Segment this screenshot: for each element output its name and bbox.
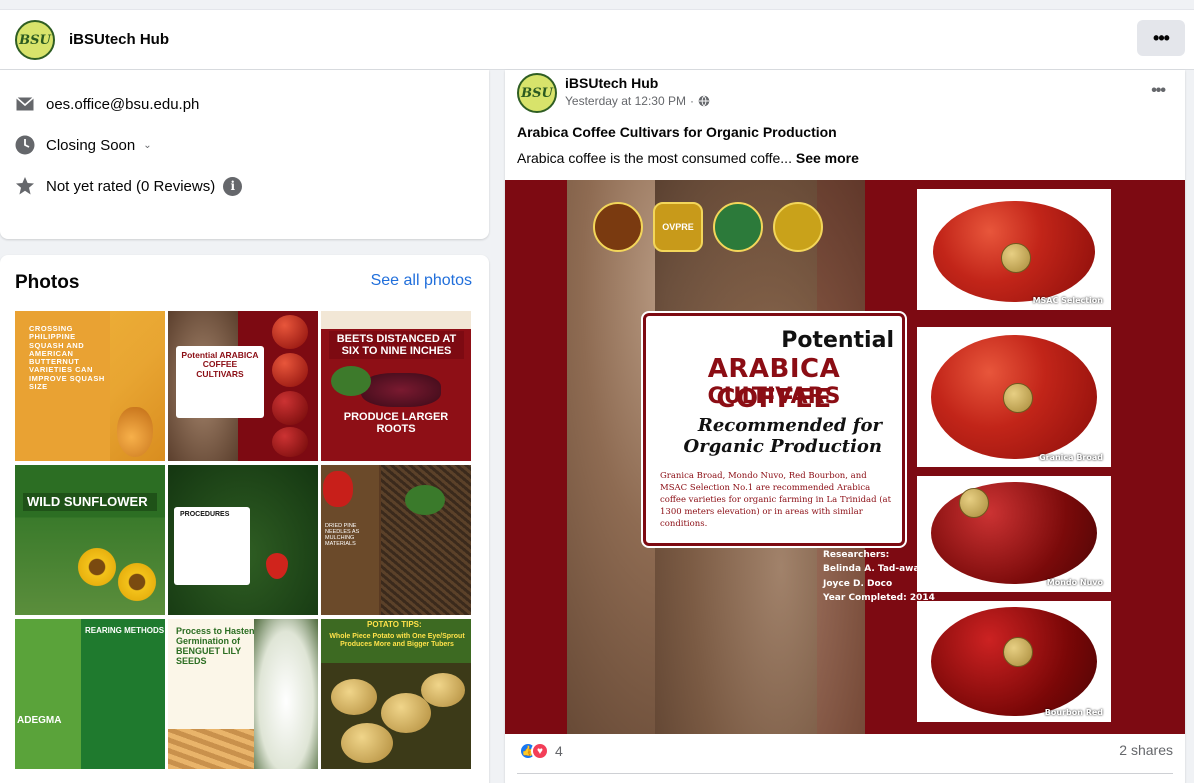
- image-recommended: Recommended for Organic Production: [683, 415, 882, 457]
- post-author[interactable]: iBSUtech Hub: [565, 75, 658, 91]
- rating-row: Not yet rated (0 Reviews) i: [15, 176, 243, 196]
- photo-thumb-pine-mulch[interactable]: DRIED PINE NEEDLES AS MULCHING MATERIALS: [321, 465, 471, 615]
- post-title: Arabica Coffee Cultivars for Organic Pro…: [517, 124, 837, 140]
- photo-thumb-coffee[interactable]: Potential ARABICA COFFEE CULTIVARS: [168, 311, 318, 461]
- post-text-body: Arabica coffee is the most consumed coff…: [517, 150, 792, 166]
- image-description: Granica Broad, Mondo Nuvo, Red Bourbon, …: [660, 471, 892, 529]
- post-time[interactable]: Yesterday at 12:30 PM ·: [565, 94, 710, 108]
- star-icon: [15, 176, 35, 196]
- cultivar-label: Bourbon Red: [1044, 708, 1103, 717]
- see-all-photos-link[interactable]: See all photos: [371, 272, 472, 290]
- email-row[interactable]: oes.office@bsu.edu.ph: [15, 94, 199, 114]
- image-recommended-line2: Organic Production: [683, 435, 882, 457]
- hours-row[interactable]: Closing Soon ⌄: [15, 135, 152, 155]
- cultivar-photo-bourbon: Bourbon Red: [917, 601, 1111, 722]
- image-title-line2: CULTIVARS: [707, 384, 841, 409]
- clock-icon: [15, 135, 35, 155]
- thumb-caption: DRIED PINE NEEDLES AS MULCHING MATERIALS: [325, 523, 360, 548]
- thumb-caption: CROSSING PHILIPPINE SQUASH AND AMERICAN …: [29, 324, 105, 391]
- photo-thumb-rearing-methods[interactable]: REARING METHODS ADEGMA: [15, 619, 165, 769]
- email-text[interactable]: oes.office@bsu.edu.ph: [46, 96, 199, 113]
- page-name[interactable]: iBSUtech Hub: [69, 31, 169, 48]
- photo-thumb-sunflower[interactable]: WILD SUNFLOWER: [15, 465, 165, 615]
- post-timestamp[interactable]: Yesterday at 12:30 PM: [565, 94, 686, 108]
- photos-card: Photos See all photos CROSSING PHILIPPIN…: [0, 255, 489, 783]
- thumb-caption-2: Whole Piece Potato with One Eye/Sprout P…: [329, 633, 465, 648]
- cultivar-photo-msac: MSAC Selection: [917, 189, 1111, 310]
- photo-thumb-lily-seeds[interactable]: Process to Hasten Germination of BENGUET…: [168, 619, 318, 769]
- love-icon: ♥: [531, 742, 549, 760]
- photos-title: Photos: [15, 272, 80, 293]
- post-text: Arabica coffee is the most consumed coff…: [517, 150, 859, 166]
- post-author-logo[interactable]: BSU: [517, 73, 557, 113]
- thumb-caption: REARING METHODS: [85, 626, 165, 635]
- more-options-button[interactable]: •••: [1137, 20, 1185, 56]
- post-card: BSU iBSUtech Hub Yesterday at 12:30 PM ·…: [505, 70, 1185, 783]
- title-panel: Potential ARABICA COFFEE CULTIVARS Recom…: [641, 311, 907, 548]
- separator-dot: ·: [689, 94, 694, 108]
- intro-card: oes.office@bsu.edu.ph Closing Soon ⌄ Not…: [0, 70, 489, 239]
- photo-thumb-squash[interactable]: CROSSING PHILIPPINE SQUASH AND AMERICAN …: [15, 311, 165, 461]
- thumb-caption: POTATO TIPS:: [367, 620, 422, 629]
- thumb-caption: Potential ARABICA COFFEE CULTIVARS: [181, 350, 259, 379]
- image-potential-text: Potential: [781, 328, 894, 353]
- action-divider: [517, 773, 1173, 774]
- cultivar-label: Granica Broad: [1039, 453, 1103, 462]
- see-more-link[interactable]: See more: [796, 150, 859, 166]
- info-icon[interactable]: i: [223, 176, 243, 196]
- reaction-count[interactable]: 4: [555, 743, 563, 759]
- globe-icon: [698, 95, 710, 107]
- page-header: BSU iBSUtech Hub •••: [0, 9, 1194, 70]
- thumb-caption: Process to Hasten Germination of BENGUET…: [176, 626, 255, 666]
- thumb-caption: PROCEDURES: [180, 511, 230, 518]
- ovpre-seal-icon: OVPRE: [653, 202, 703, 252]
- rating-text: Not yet rated (0 Reviews): [46, 177, 216, 195]
- squash-image: [117, 407, 153, 457]
- post-image[interactable]: OVPRE Potential ARABICA COFFEE CULTIVARS…: [505, 180, 1185, 734]
- thumb-caption-2: PRODUCE LARGER ROOTS: [343, 411, 449, 436]
- cultivar-photo-mondo: Mondo Nuvo: [917, 476, 1111, 592]
- ovpre-label: OVPRE: [662, 222, 694, 232]
- shares-count[interactable]: 2 shares: [1119, 742, 1173, 758]
- page-logo[interactable]: BSU: [15, 20, 55, 60]
- photo-thumb-beets[interactable]: BEETS DISTANCED AT SIX TO NINE INCHES PR…: [321, 311, 471, 461]
- thumb-caption-2: ADEGMA: [17, 715, 62, 726]
- cultivar-label: Mondo Nuvo: [1046, 578, 1103, 587]
- institution-seals: OVPRE: [593, 202, 823, 252]
- university-seal-icon: [593, 202, 643, 252]
- post-more-options-button[interactable]: •••: [1151, 82, 1166, 100]
- cultivar-photo-granica: Granica Broad: [917, 327, 1111, 467]
- photo-thumb-potato-tips[interactable]: POTATO TIPS: Whole Piece Potato with One…: [321, 619, 471, 769]
- research-seal-icon: [713, 202, 763, 252]
- cultivar-label: MSAC Selection: [1032, 296, 1103, 305]
- thumb-caption: WILD SUNFLOWER: [23, 493, 157, 512]
- hours-status[interactable]: Closing Soon: [46, 137, 135, 154]
- chevron-down-icon[interactable]: ⌄: [143, 140, 151, 151]
- photo-thumb-strawberry-procedure[interactable]: PROCEDURES: [168, 465, 318, 615]
- agriculture-seal-icon: [773, 202, 823, 252]
- mail-icon: [15, 94, 35, 114]
- thumb-caption: BEETS DISTANCED AT SIX TO NINE INCHES: [329, 331, 464, 360]
- reactions-summary[interactable]: 👍 ♥ 4: [519, 742, 563, 760]
- image-recommended-line1: Recommended for: [697, 415, 882, 436]
